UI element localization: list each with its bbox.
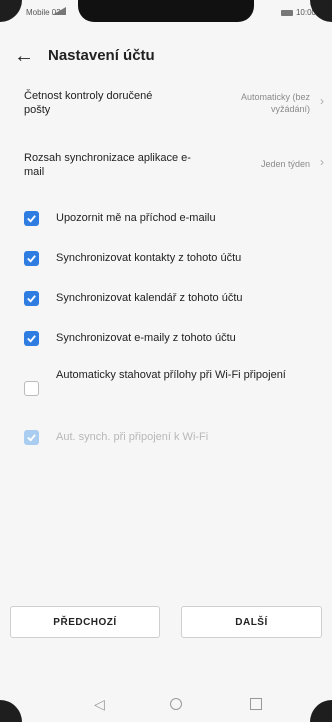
app-header: ← Nastavení účtu bbox=[0, 38, 332, 78]
checkbox-checked[interactable] bbox=[24, 331, 39, 346]
chevron-right-icon: › bbox=[320, 94, 324, 108]
checkbox-disabled bbox=[24, 430, 39, 445]
arrow-left-icon[interactable]: ← bbox=[14, 46, 34, 66]
camera-notch bbox=[78, 0, 254, 22]
setting-value: Automaticky (bez vyžádání) bbox=[240, 92, 310, 114]
nav-home-icon[interactable] bbox=[170, 698, 182, 710]
option-label: Upozornit mě na příchod e-mailu bbox=[56, 212, 216, 224]
page-title: Nastavení účtu bbox=[48, 47, 155, 64]
option-sync-emails[interactable]: Synchronizovat e-maily z tohoto účtu bbox=[0, 322, 332, 356]
status-bar: Mobile 02 10:00 bbox=[0, 0, 332, 30]
option-sync-contacts[interactable]: Synchronizovat kontakty z tohoto účtu bbox=[0, 242, 332, 276]
battery-icon bbox=[280, 9, 293, 16]
next-button[interactable]: DALŠÍ bbox=[181, 606, 322, 638]
option-notify-new-email[interactable]: Upozornit mě na příchod e-mailu bbox=[0, 202, 332, 236]
setting-value: Jeden týden bbox=[260, 159, 310, 169]
phone-screen: Mobile 02 10:00 ← Nastavení účtu Četnost… bbox=[0, 0, 332, 722]
option-label: Synchronizovat kontakty z tohoto účtu bbox=[56, 252, 242, 264]
setting-row-sync-range[interactable]: Rozsah synchronizace aplikace e-mail Jed… bbox=[0, 149, 332, 189]
check-icon bbox=[27, 215, 36, 223]
setting-label: Rozsah synchronizace aplikace e-mail bbox=[24, 152, 191, 178]
previous-button[interactable]: PŘEDCHOZÍ bbox=[10, 606, 160, 638]
chevron-right-icon: › bbox=[320, 155, 324, 169]
nav-recent-apps-icon[interactable] bbox=[250, 698, 262, 710]
check-icon bbox=[27, 335, 36, 343]
check-icon bbox=[27, 434, 36, 442]
option-sync-calendar[interactable]: Synchronizovat kalendář z tohoto účtu bbox=[0, 282, 332, 316]
signal-icon bbox=[52, 7, 66, 15]
option-label: Synchronizovat kalendář z tohoto účtu bbox=[56, 292, 243, 304]
system-nav-bar: ◁ bbox=[0, 690, 332, 722]
status-time: 10:00 bbox=[280, 8, 316, 17]
option-auto-download-attachments[interactable]: Automaticky stahovat přílohy při Wi-Fi p… bbox=[0, 366, 332, 406]
setting-label: Četnost kontroly doručené pošty bbox=[24, 90, 153, 116]
setting-row-check-frequency[interactable]: Četnost kontroly doručené pošty Automati… bbox=[0, 86, 332, 130]
option-label: Aut. synch. při připojení k Wi-Fi bbox=[56, 431, 209, 443]
check-icon bbox=[27, 295, 36, 303]
checkbox-checked[interactable] bbox=[24, 251, 39, 266]
checkbox-checked[interactable] bbox=[24, 211, 39, 226]
checkbox-unchecked[interactable] bbox=[24, 381, 39, 396]
option-label: Automaticky stahovat přílohy při Wi-Fi p… bbox=[56, 369, 286, 381]
option-label: Synchronizovat e-maily z tohoto účtu bbox=[56, 332, 236, 344]
checkbox-checked[interactable] bbox=[24, 291, 39, 306]
nav-back-icon[interactable]: ◁ bbox=[94, 696, 105, 713]
option-auto-sync-wifi: Aut. synch. při připojení k Wi-Fi bbox=[0, 420, 332, 454]
check-icon bbox=[27, 255, 36, 263]
